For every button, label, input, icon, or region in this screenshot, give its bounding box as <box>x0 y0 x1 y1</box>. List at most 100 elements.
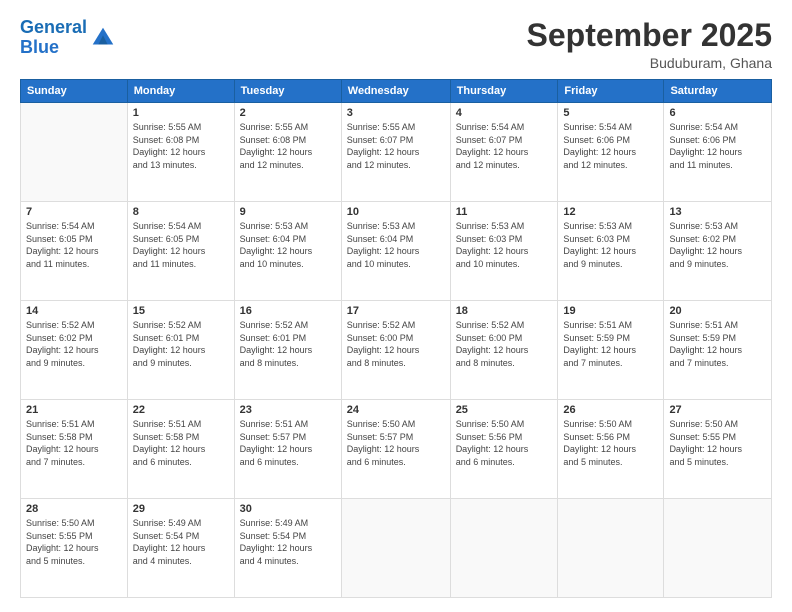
header: General Blue September 2025 Buduburam, G… <box>20 18 772 71</box>
day-cell: 30 Sunrise: 5:49 AM Sunset: 5:54 PM Dayli… <box>234 499 341 598</box>
day-cell: 4Sunrise: 5:54 AM Sunset: 6:07 PM Daylig… <box>450 103 558 202</box>
day-number: 5 <box>563 107 658 119</box>
day-info: Sunrise: 5:52 AM Sunset: 6:00 PM Dayligh… <box>347 319 445 369</box>
day-number: 25 <box>456 404 553 416</box>
day-number: 16 <box>240 305 336 317</box>
month-title: September 2025 <box>527 18 772 53</box>
day-number: 28 <box>26 503 122 515</box>
col-thursday: Thursday <box>450 80 558 103</box>
day-number: 23 <box>240 404 336 416</box>
day-cell: 3Sunrise: 5:55 AM Sunset: 6:07 PM Daylig… <box>341 103 450 202</box>
day-cell <box>21 103 128 202</box>
day-cell <box>664 499 772 598</box>
day-cell: 6 Sunrise: 5:54 AM Sunset: 6:06 PM Daylig… <box>664 103 772 202</box>
day-number: 10 <box>347 206 445 218</box>
day-cell: 14 Sunrise: 5:52 AM Sunset: 6:02 PM Dayli… <box>21 301 128 400</box>
day-number: 11 <box>456 206 553 218</box>
day-info: Sunrise: 5:54 AM Sunset: 6:06 PM Dayligh… <box>563 121 658 171</box>
day-cell: 11Sunrise: 5:53 AM Sunset: 6:03 PM Dayli… <box>450 202 558 301</box>
day-info: Sunrise: 5:50 AM Sunset: 5:55 PM Dayligh… <box>26 517 122 567</box>
logo-text2: Blue <box>20 37 59 57</box>
day-info: Sunrise: 5:54 AM Sunset: 6:07 PM Dayligh… <box>456 121 553 171</box>
day-number: 3 <box>347 107 445 119</box>
day-cell: 12Sunrise: 5:53 AM Sunset: 6:03 PM Dayli… <box>558 202 664 301</box>
day-number: 19 <box>563 305 658 317</box>
day-info: Sunrise: 5:55 AM Sunset: 6:08 PM Dayligh… <box>240 121 336 171</box>
day-number: 12 <box>563 206 658 218</box>
day-number: 17 <box>347 305 445 317</box>
day-info: Sunrise: 5:51 AM Sunset: 5:59 PM Dayligh… <box>669 319 766 369</box>
day-info: Sunrise: 5:52 AM Sunset: 6:01 PM Dayligh… <box>240 319 336 369</box>
day-cell: 17 Sunrise: 5:52 AM Sunset: 6:00 PM Dayli… <box>341 301 450 400</box>
day-number: 9 <box>240 206 336 218</box>
col-friday: Friday <box>558 80 664 103</box>
calendar-table: Sunday Monday Tuesday Wednesday Thursday… <box>20 79 772 598</box>
day-cell: 15 Sunrise: 5:52 AM Sunset: 6:01 PM Dayli… <box>127 301 234 400</box>
day-info: Sunrise: 5:52 AM Sunset: 6:02 PM Dayligh… <box>26 319 122 369</box>
day-cell: 29Sunrise: 5:49 AM Sunset: 5:54 PM Dayli… <box>127 499 234 598</box>
day-cell <box>341 499 450 598</box>
col-monday: Monday <box>127 80 234 103</box>
day-cell: 13Sunrise: 5:53 AM Sunset: 6:02 PM Dayli… <box>664 202 772 301</box>
day-cell: 10 Sunrise: 5:53 AM Sunset: 6:04 PM Dayli… <box>341 202 450 301</box>
header-row: Sunday Monday Tuesday Wednesday Thursday… <box>21 80 772 103</box>
day-number: 2 <box>240 107 336 119</box>
day-cell: 5 Sunrise: 5:54 AM Sunset: 6:06 PM Daylig… <box>558 103 664 202</box>
day-number: 18 <box>456 305 553 317</box>
day-info: Sunrise: 5:53 AM Sunset: 6:02 PM Dayligh… <box>669 220 766 270</box>
day-cell: 26Sunrise: 5:50 AM Sunset: 5:56 PM Dayli… <box>558 400 664 499</box>
day-number: 27 <box>669 404 766 416</box>
day-info: Sunrise: 5:53 AM Sunset: 6:04 PM Dayligh… <box>240 220 336 270</box>
location: Buduburam, Ghana <box>527 55 772 71</box>
day-number: 1 <box>133 107 229 119</box>
day-cell: 2 Sunrise: 5:55 AM Sunset: 6:08 PM Daylig… <box>234 103 341 202</box>
day-number: 30 <box>240 503 336 515</box>
day-info: Sunrise: 5:54 AM Sunset: 6:05 PM Dayligh… <box>133 220 229 270</box>
day-number: 21 <box>26 404 122 416</box>
day-info: Sunrise: 5:52 AM Sunset: 6:01 PM Dayligh… <box>133 319 229 369</box>
day-info: Sunrise: 5:51 AM Sunset: 5:59 PM Dayligh… <box>563 319 658 369</box>
logo-text: General Blue <box>20 18 87 58</box>
col-sunday: Sunday <box>21 80 128 103</box>
day-cell: 20 Sunrise: 5:51 AM Sunset: 5:59 PM Dayli… <box>664 301 772 400</box>
day-cell: 23 Sunrise: 5:51 AM Sunset: 5:57 PM Dayli… <box>234 400 341 499</box>
logo-icon <box>89 24 117 52</box>
day-number: 22 <box>133 404 229 416</box>
day-cell <box>450 499 558 598</box>
day-cell: 7 Sunrise: 5:54 AM Sunset: 6:05 PM Daylig… <box>21 202 128 301</box>
week-row-0: 1 Sunrise: 5:55 AM Sunset: 6:08 PM Daylig… <box>21 103 772 202</box>
day-cell: 27Sunrise: 5:50 AM Sunset: 5:55 PM Dayli… <box>664 400 772 499</box>
week-row-3: 21 Sunrise: 5:51 AM Sunset: 5:58 PM Dayli… <box>21 400 772 499</box>
day-cell: 24 Sunrise: 5:50 AM Sunset: 5:57 PM Dayli… <box>341 400 450 499</box>
day-info: Sunrise: 5:54 AM Sunset: 6:06 PM Dayligh… <box>669 121 766 171</box>
day-cell: 22 Sunrise: 5:51 AM Sunset: 5:58 PM Dayli… <box>127 400 234 499</box>
day-number: 7 <box>26 206 122 218</box>
day-number: 20 <box>669 305 766 317</box>
day-cell: 16 Sunrise: 5:52 AM Sunset: 6:01 PM Dayli… <box>234 301 341 400</box>
day-cell: 9 Sunrise: 5:53 AM Sunset: 6:04 PM Daylig… <box>234 202 341 301</box>
day-cell: 1 Sunrise: 5:55 AM Sunset: 6:08 PM Daylig… <box>127 103 234 202</box>
day-info: Sunrise: 5:49 AM Sunset: 5:54 PM Dayligh… <box>240 517 336 567</box>
day-number: 29 <box>133 503 229 515</box>
day-number: 24 <box>347 404 445 416</box>
day-info: Sunrise: 5:54 AM Sunset: 6:05 PM Dayligh… <box>26 220 122 270</box>
day-cell: 28 Sunrise: 5:50 AM Sunset: 5:55 PM Dayli… <box>21 499 128 598</box>
day-number: 6 <box>669 107 766 119</box>
day-info: Sunrise: 5:51 AM Sunset: 5:57 PM Dayligh… <box>240 418 336 468</box>
day-cell: 19 Sunrise: 5:51 AM Sunset: 5:59 PM Dayli… <box>558 301 664 400</box>
day-info: Sunrise: 5:53 AM Sunset: 6:04 PM Dayligh… <box>347 220 445 270</box>
day-number: 15 <box>133 305 229 317</box>
col-wednesday: Wednesday <box>341 80 450 103</box>
day-number: 8 <box>133 206 229 218</box>
day-cell: 21Sunrise: 5:51 AM Sunset: 5:58 PM Dayli… <box>21 400 128 499</box>
day-cell <box>558 499 664 598</box>
logo: General Blue <box>20 18 117 58</box>
week-row-4: 28 Sunrise: 5:50 AM Sunset: 5:55 PM Dayli… <box>21 499 772 598</box>
day-cell: 18Sunrise: 5:52 AM Sunset: 6:00 PM Dayli… <box>450 301 558 400</box>
day-cell: 25Sunrise: 5:50 AM Sunset: 5:56 PM Dayli… <box>450 400 558 499</box>
day-info: Sunrise: 5:50 AM Sunset: 5:57 PM Dayligh… <box>347 418 445 468</box>
day-number: 14 <box>26 305 122 317</box>
day-info: Sunrise: 5:55 AM Sunset: 6:08 PM Dayligh… <box>133 121 229 171</box>
logo-text1: General <box>20 17 87 37</box>
day-info: Sunrise: 5:51 AM Sunset: 5:58 PM Dayligh… <box>133 418 229 468</box>
